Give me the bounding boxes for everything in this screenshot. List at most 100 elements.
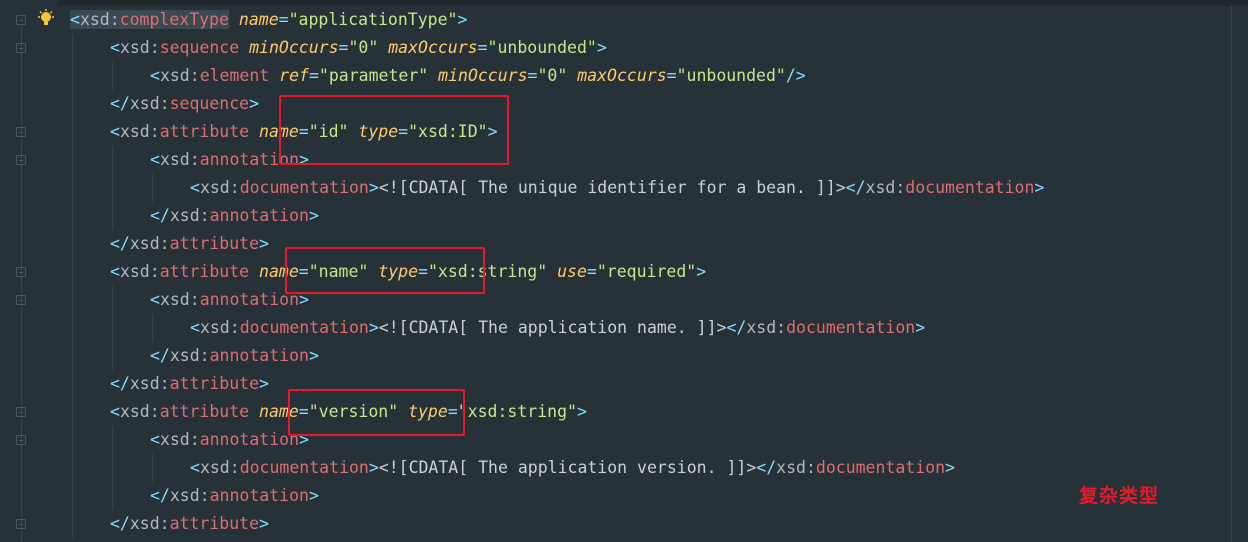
code-token: xsd:	[865, 178, 906, 197]
code-token: xsd:	[746, 318, 787, 337]
highlight-box-version-attribute	[288, 389, 465, 436]
code-token: xsd:	[776, 458, 816, 477]
code-token: "required"	[596, 262, 697, 281]
code-token: minOccurs	[249, 38, 339, 57]
code-token: "0"	[537, 66, 568, 85]
code-token: annotation	[199, 430, 300, 449]
code-token: <![CDATA[ The application name. ]]>	[378, 318, 727, 337]
code-token: <	[70, 10, 80, 29]
code-token: xsd:	[169, 486, 210, 505]
code-token: maxOccurs	[388, 38, 478, 57]
code-token: >	[308, 206, 319, 225]
code-token: annotation	[209, 486, 309, 505]
code-token: <	[110, 122, 120, 141]
code-token: attribute	[159, 262, 250, 281]
highlight-box-id-attribute	[279, 95, 509, 165]
code-token: >	[249, 94, 260, 113]
code-token: "parameter"	[318, 66, 429, 85]
code-editor[interactable]: <xsd:complexType name="applicationType">…	[0, 0, 1248, 542]
fold-marker-icon[interactable]	[16, 15, 26, 25]
code-token: >	[576, 402, 587, 421]
fold-marker-icon[interactable]	[16, 155, 26, 165]
code-token: <	[150, 430, 160, 449]
code-token: xsd:	[119, 122, 160, 141]
lightbulb-icon[interactable]	[36, 9, 56, 29]
code-token: maxOccurs	[577, 66, 667, 85]
code-token: =	[666, 66, 677, 85]
code-line[interactable]: </xsd:annotation>	[150, 342, 319, 370]
code-token: xsd:	[199, 178, 240, 197]
code-line[interactable]: </xsd:annotation>	[150, 202, 319, 230]
indent-guide	[112, 62, 113, 90]
code-token: =	[338, 38, 349, 57]
code-token: "applicationType"	[288, 10, 458, 29]
code-token: attribute	[159, 122, 250, 141]
code-token: =	[586, 262, 597, 281]
code-line[interactable]: </xsd:sequence>	[110, 90, 259, 118]
code-token: name	[238, 10, 279, 29]
fold-marker-icon[interactable]	[16, 43, 26, 53]
code-token: xsd:	[79, 10, 120, 29]
code-token: attribute	[169, 514, 260, 533]
code-line[interactable]: <xsd:annotation>	[150, 426, 309, 454]
code-token: <	[190, 178, 200, 197]
code-token: documentation	[239, 458, 369, 477]
code-token: documentation	[239, 318, 369, 337]
code-token: documentation	[815, 458, 946, 477]
code-line[interactable]: </xsd:annotation>	[150, 482, 319, 510]
fold-marker-icon[interactable]	[16, 435, 26, 445]
right-margin-line	[1231, 6, 1232, 542]
code-token: <	[150, 150, 160, 169]
code-token: </	[110, 94, 130, 113]
fold-marker-icon[interactable]	[16, 519, 26, 529]
code-token: complexType	[119, 10, 229, 29]
code-line[interactable]: <xsd:element ref="parameter" minOccurs="…	[150, 62, 806, 90]
code-token: </	[845, 178, 866, 197]
code-token: />	[785, 66, 806, 85]
code-line[interactable]: <xsd:documentation><![CDATA[ The applica…	[190, 454, 955, 482]
indent-guide	[152, 174, 153, 202]
code-token: =	[527, 66, 538, 85]
code-token: >	[696, 262, 707, 281]
fold-marker-icon[interactable]	[16, 407, 26, 417]
code-token: annotation	[209, 206, 309, 225]
code-token: </	[110, 234, 130, 253]
code-token: documentation	[239, 178, 369, 197]
code-token: </	[726, 318, 747, 337]
code-token: =	[308, 66, 319, 85]
code-line[interactable]: <xsd:sequence minOccurs="0" maxOccurs="u…	[110, 34, 607, 62]
code-token: minOccurs	[438, 66, 528, 85]
code-token: >	[308, 486, 319, 505]
code-token: </	[756, 458, 777, 477]
indent-guide	[152, 314, 153, 342]
code-line[interactable]: <xsd:documentation><![CDATA[ The unique …	[190, 174, 1044, 202]
code-line[interactable]: <xsd:documentation><![CDATA[ The applica…	[190, 314, 925, 342]
code-token: >	[368, 318, 379, 337]
code-token: xsd:	[199, 318, 240, 337]
indent-guide	[72, 34, 73, 538]
annotation-label: 复杂类型	[1079, 485, 1160, 507]
code-token: <	[110, 262, 120, 281]
code-token: annotation	[199, 290, 300, 309]
code-token: </	[150, 206, 170, 225]
code-token: >	[596, 38, 607, 57]
code-token: xsd:	[119, 38, 160, 57]
code-line[interactable]: </xsd:attribute>	[110, 510, 269, 538]
code-line[interactable]: </xsd:attribute>	[110, 230, 269, 258]
code-token: element	[199, 66, 270, 85]
code-token: =	[278, 10, 289, 29]
code-token: xsd:	[119, 262, 160, 281]
code-token: </	[150, 486, 170, 505]
code-token: xsd:	[159, 66, 200, 85]
fold-marker-icon[interactable]	[16, 295, 26, 305]
code-line[interactable]: <xsd:complexType name="applicationType">	[70, 6, 467, 34]
code-line[interactable]: </xsd:attribute>	[110, 370, 269, 398]
code-token: </	[110, 514, 130, 533]
fold-marker-icon[interactable]	[16, 267, 26, 277]
fold-marker-icon[interactable]	[16, 127, 26, 137]
